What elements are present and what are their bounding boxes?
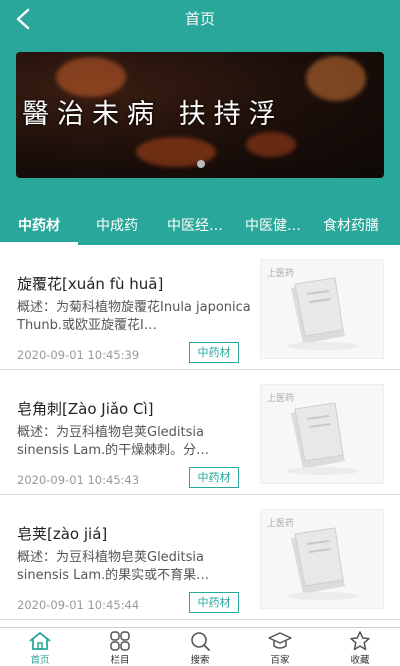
nav-schools[interactable]: 百家 [240, 628, 320, 666]
tab-health[interactable]: 中医健… [234, 212, 312, 245]
nav-columns[interactable]: 栏目 [80, 628, 160, 666]
item-thumbnail: 上医药 [260, 509, 384, 609]
tab-classics[interactable]: 中医经… [156, 212, 234, 245]
category-tabs: 中药材 中成药 中医经… 中医健… 食材药膳 [0, 212, 400, 245]
placeholder-book-icon [287, 277, 359, 350]
home-icon [29, 632, 51, 650]
back-button[interactable] [8, 4, 38, 34]
grid-icon [110, 631, 130, 651]
banner-glow [246, 132, 296, 157]
item-title: 旋覆花[xuán fù huā] [17, 275, 164, 293]
item-description: 概述：为豆科植物皂荚Gleditsia sinensis Lam.的果实或不育果… [17, 550, 210, 583]
item-category-tag[interactable]: 中药材 [189, 592, 239, 613]
placeholder-book-icon [287, 402, 359, 475]
nav-favorites[interactable]: 收藏 [320, 628, 400, 666]
nav-search-label: 搜索 [190, 655, 210, 666]
item-title: 皂荚[zào jiá] [17, 525, 108, 543]
banner-text: 醫治未病 扶持浮 [22, 99, 284, 130]
search-icon [191, 632, 210, 651]
bottom-navigation: 首页 栏目 搜索 百家 收藏 [0, 627, 400, 666]
item-thumbnail: 上医药 [260, 259, 384, 359]
nav-home-label: 首页 [30, 655, 50, 666]
back-arrow-icon [16, 8, 30, 30]
item-timestamp: 2020-09-01 10:45:43 [17, 473, 140, 487]
item-category-tag[interactable]: 中药材 [189, 342, 239, 363]
graduation-cap-icon [268, 632, 292, 649]
nav-favorites-label: 收藏 [350, 655, 370, 666]
page-title: 首页 [184, 10, 215, 28]
nav-search[interactable]: 搜索 [160, 628, 240, 666]
item-category-tag[interactable]: 中药材 [189, 467, 239, 488]
banner-glow [56, 57, 126, 97]
nav-schools-label: 百家 [270, 655, 290, 666]
article-list: 旋覆花[xuán fù huā] 概述：为菊科植物旋覆花Inula japoni… [0, 245, 400, 627]
list-item[interactable]: 旋覆花[xuán fù huā] 概述：为菊科植物旋覆花Inula japoni… [0, 245, 400, 370]
tab-patent-medicine[interactable]: 中成药 [78, 212, 156, 245]
tab-food-therapy[interactable]: 食材药膳 [312, 212, 390, 245]
placeholder-book-icon [287, 527, 359, 600]
item-timestamp: 2020-09-01 10:45:39 [17, 348, 140, 362]
nav-columns-label: 栏目 [110, 655, 130, 666]
item-description: 概述：为豆科植物皂荚Gleditsia sinensis Lam.的干燥棘刺。分… [17, 425, 210, 458]
item-title: 皂角刺[Zào Jiǎo Cì] [17, 400, 154, 418]
list-item[interactable]: 皂荚[zào jiá] 概述：为豆科植物皂荚Gleditsia sinensis… [0, 495, 400, 620]
header: 首页 醫治未病 扶持浮 中药材 中成药 中医经… 中医健… 食材药膳 [0, 0, 400, 245]
nav-home[interactable]: 首页 [0, 628, 80, 666]
list-item[interactable]: 皂角刺[Zào Jiǎo Cì] 概述：为豆科植物皂荚Gleditsia sin… [0, 370, 400, 495]
tab-herbs[interactable]: 中药材 [0, 212, 78, 245]
item-description: 概述：为菊科植物旋覆花Inula japonica Thunb.或欧亚旋覆花I… [17, 300, 251, 333]
item-thumbnail: 上医药 [260, 384, 384, 484]
top-bar: 首页 [0, 0, 400, 38]
star-icon [350, 631, 370, 651]
carousel-indicator-dot[interactable] [197, 160, 205, 168]
item-timestamp: 2020-09-01 10:45:44 [17, 598, 140, 612]
